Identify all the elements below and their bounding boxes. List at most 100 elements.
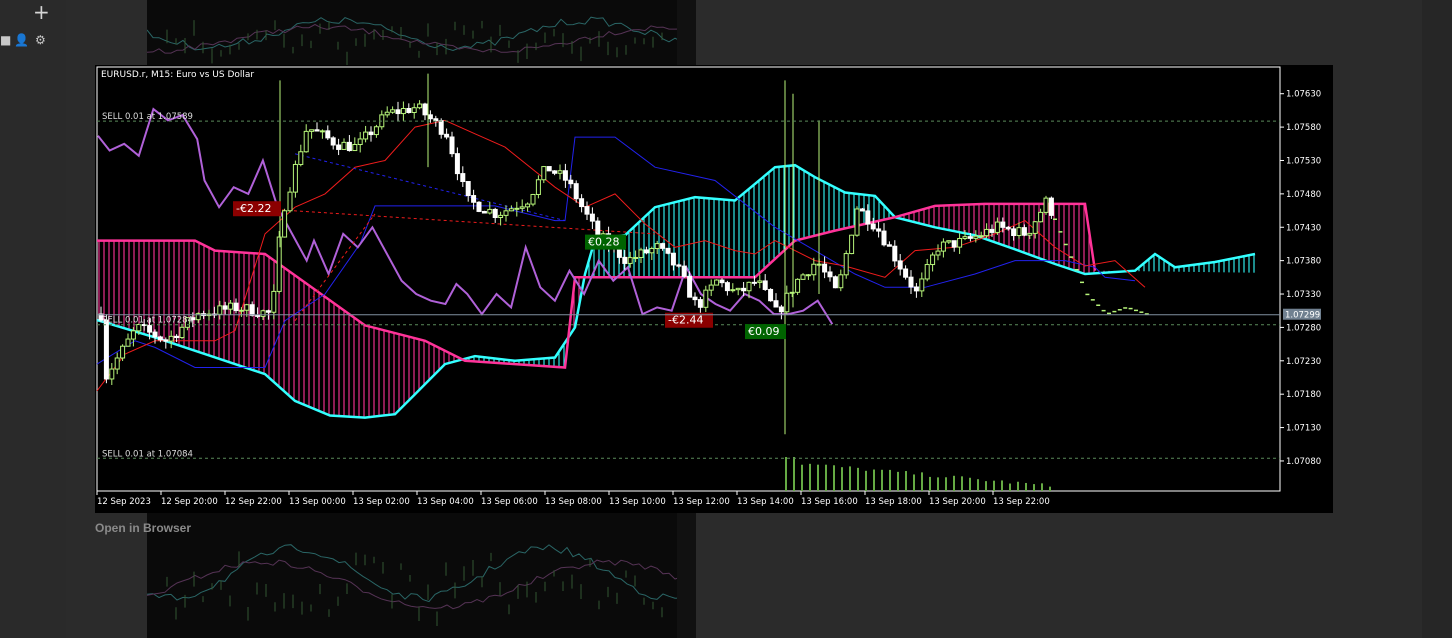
open-in-browser-link[interactable]: Open in Browser (95, 521, 191, 535)
candle-body (287, 191, 293, 212)
candle-body (789, 291, 795, 294)
candle-body (427, 114, 433, 120)
candle-body (238, 309, 244, 312)
volume-bar (809, 463, 811, 491)
candle-body (395, 109, 401, 115)
square-icon[interactable]: ■ (0, 34, 11, 46)
candle-body (908, 276, 914, 288)
gear-icon[interactable]: ⚙ (35, 34, 46, 46)
time-tick-label: 13 Sep 10:00 (609, 497, 666, 507)
price-tick-label: 1.07580 (1286, 123, 1321, 133)
candle-body (406, 107, 412, 113)
price-chart[interactable]: SELL 0.01 at 1.07589 SELL 0.01 at 1.07284… (95, 65, 1333, 513)
candle-body (471, 195, 477, 203)
candle-body (298, 151, 304, 165)
candle-body (859, 208, 865, 212)
candle-body (989, 228, 995, 233)
time-tick-label: 13 Sep 14:00 (737, 497, 794, 507)
volume-bar (857, 467, 859, 491)
current-price-label: 1.07299 (1285, 311, 1320, 321)
candle-body (962, 236, 968, 240)
candle-body (249, 304, 255, 316)
candle-body (584, 206, 590, 215)
candle-body (805, 274, 811, 277)
candle-body (357, 138, 363, 146)
time-tick-label: 13 Sep 06:00 (481, 497, 538, 507)
candle-body (670, 252, 676, 266)
candle-body (336, 144, 342, 150)
candle-body (622, 256, 628, 264)
candle-body (271, 290, 277, 313)
candle-body (984, 228, 990, 237)
candle-body (114, 357, 120, 370)
candle-body (800, 274, 806, 280)
ghost-line (147, 23, 694, 54)
candle-body (913, 286, 919, 292)
price-tick-label: 1.07480 (1286, 190, 1321, 200)
candle-body (951, 240, 957, 248)
candle-body (633, 256, 639, 259)
candle-body (514, 207, 520, 210)
candle-body (886, 244, 892, 247)
candle-body (546, 166, 552, 172)
volume-bar (849, 466, 851, 491)
candle-body (465, 181, 471, 197)
price-tick-label: 1.07330 (1286, 290, 1321, 300)
volume-bar (1025, 482, 1027, 491)
price-tick-label: 1.07280 (1286, 323, 1321, 333)
add-user-icon[interactable]: 👤 (14, 34, 29, 46)
candle-body (373, 126, 379, 136)
candle-body (481, 210, 487, 214)
chart-window[interactable]: SELL 0.01 at 1.07589 SELL 0.01 at 1.07284… (95, 65, 1333, 513)
price-tick-label: 1.07230 (1286, 357, 1321, 367)
candle-body (498, 214, 504, 218)
candle-body (174, 335, 180, 339)
volume-bar (889, 469, 891, 491)
candle-body (1027, 232, 1033, 236)
price-tick-label: 1.07180 (1286, 390, 1321, 400)
candle-body (692, 296, 698, 301)
candle-body (152, 331, 158, 338)
volume-bar (865, 470, 867, 491)
add-icon[interactable]: + (33, 2, 50, 22)
volume-bar (817, 464, 819, 491)
candle-body (233, 302, 239, 312)
candle-body (222, 305, 228, 310)
volume-bar (897, 471, 899, 491)
candle-body (460, 173, 466, 183)
price-tick-label: 1.07080 (1286, 457, 1321, 467)
candle-body (827, 271, 833, 278)
candle-body (978, 235, 984, 238)
candle-body (838, 274, 844, 289)
candle-body (292, 163, 298, 193)
candle-body (665, 247, 671, 254)
candle-body (314, 129, 320, 132)
trade-level-label: SELL 0.01 at 1.07284 (102, 316, 193, 326)
candle-body (854, 208, 860, 236)
price-tick-label: 1.07130 (1286, 424, 1321, 434)
candle-body (595, 220, 601, 236)
time-tick-label: 13 Sep 04:00 (417, 497, 474, 507)
candle-body (552, 170, 558, 174)
candle-body (163, 339, 169, 342)
candle-body (276, 236, 282, 292)
candle-body (876, 228, 882, 232)
candle-body (778, 306, 784, 313)
volume-bar (961, 476, 963, 491)
candle-body (438, 120, 444, 135)
candle-body (703, 289, 709, 308)
candle-body (730, 289, 736, 292)
candle-body (433, 118, 439, 122)
background-chart-thumbnail-bottom (147, 513, 696, 638)
volume-bar (825, 464, 827, 491)
time-tick-label: 13 Sep 22:00 (993, 497, 1050, 507)
time-tick-label: 13 Sep 08:00 (545, 497, 602, 507)
candle-body (708, 284, 714, 291)
candle-body (109, 368, 115, 380)
chart-title: EURUSD.r, M15: Euro vs US Dollar (101, 70, 254, 80)
candle-body (1038, 211, 1044, 223)
candle-body (654, 243, 660, 250)
left-panel (0, 0, 66, 638)
trade-level-label: SELL 0.01 at 1.07589 (102, 112, 193, 122)
price-tick-label: 1.07530 (1286, 156, 1321, 166)
